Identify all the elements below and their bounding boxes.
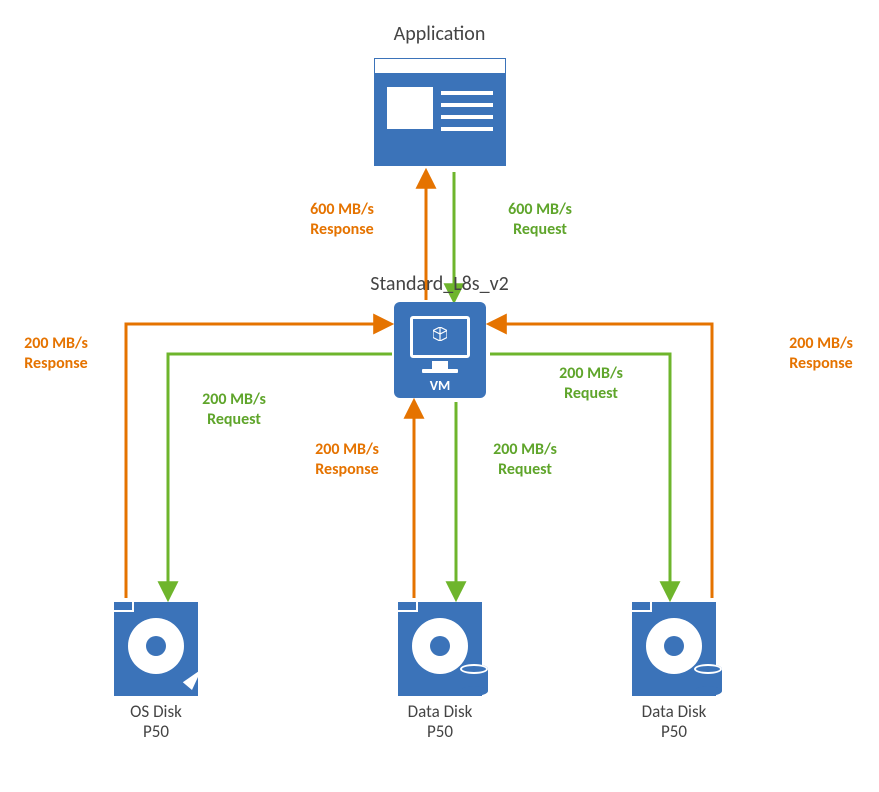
data-disk-1-label: Data Disk P50 <box>378 702 502 743</box>
data-disk-1-db-icon <box>460 664 488 696</box>
vm-icon: VM <box>394 302 486 398</box>
data-disk-2-db-icon <box>694 664 722 696</box>
data-disk-2-label: Data Disk P50 <box>612 702 736 743</box>
d2-response-label: 200 MB/s Response <box>766 334 876 374</box>
vm-title: Standard_L8s_v2 <box>0 272 879 296</box>
architecture-diagram: Application 600 MB/s Response 600 MB/s R… <box>0 0 879 792</box>
d1-request-label: 200 MB/s Request <box>470 440 580 480</box>
app-request-label: 600 MB/s Request <box>480 200 600 240</box>
os-disk-label: OS Disk P50 <box>100 702 212 743</box>
app-response-label: 600 MB/s Response <box>282 200 402 240</box>
application-title: Application <box>0 22 879 46</box>
vm-label: VM <box>394 377 486 394</box>
application-icon <box>374 58 506 166</box>
os-response-label: 200 MB/s Response <box>4 334 108 374</box>
os-disk-icon <box>114 602 198 696</box>
os-request-label: 200 MB/s Request <box>182 390 286 430</box>
d1-response-label: 200 MB/s Response <box>292 440 402 480</box>
d2-request-label: 200 MB/s Request <box>536 364 646 404</box>
